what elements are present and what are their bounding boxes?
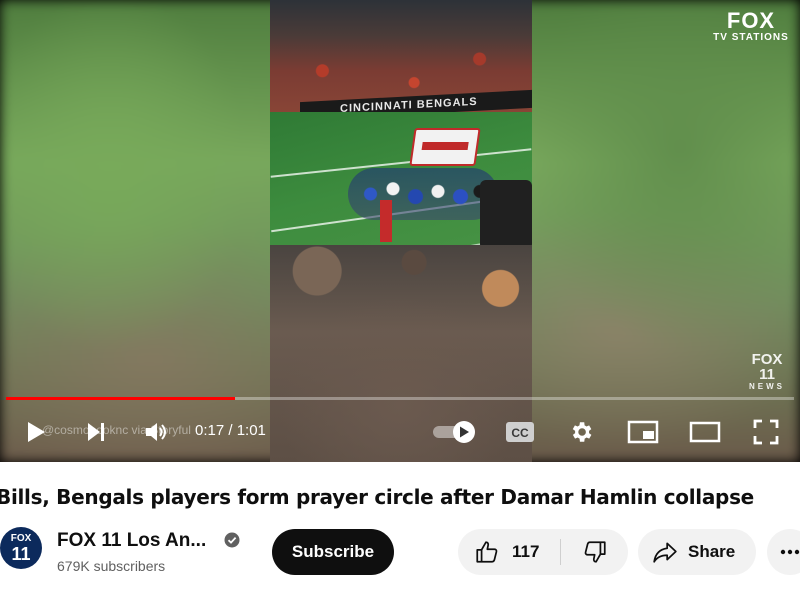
referee-figure <box>380 200 392 242</box>
video-frame[interactable]: CINCINNATI BENGALS <box>270 0 532 462</box>
more-horizontal-icon <box>780 549 800 555</box>
theater-mode-icon <box>689 421 721 443</box>
miniplayer-icon <box>627 420 659 444</box>
captions-button[interactable]: CC <box>504 420 536 444</box>
fullscreen-icon <box>753 419 779 445</box>
dislike-button[interactable] <box>561 529 628 575</box>
video-player[interactable]: CINCINNATI BENGALS FOX TV STATIONS FOX 1… <box>0 0 800 462</box>
fox-logo-text: FOX <box>726 8 776 33</box>
channel-avatar[interactable]: FOX 11 <box>0 527 42 569</box>
next-icon <box>88 423 104 441</box>
tv-stations-text: TV STATIONS <box>713 32 789 43</box>
subscriber-count: 679K subscribers <box>57 558 166 574</box>
play-button[interactable] <box>22 418 50 446</box>
fox11-text: FOX 11 <box>751 351 783 383</box>
fox11-news-bug: FOX 11 NEWS <box>742 352 792 391</box>
player-controls: @cosmobooknc via Storyful 0:17 / 1:01 CC <box>0 410 800 454</box>
thumbs-down-icon <box>584 541 606 563</box>
gear-icon <box>572 422 592 442</box>
avatar-text-11: 11 <box>11 544 31 564</box>
next-button[interactable] <box>82 418 110 446</box>
tv-camera <box>480 180 532 250</box>
svg-text:CC: CC <box>511 426 529 440</box>
volume-button[interactable] <box>142 418 170 446</box>
video-title: Bills, Bengals players form prayer circl… <box>0 485 754 509</box>
captions-icon: CC <box>506 422 534 442</box>
more-actions-button[interactable] <box>767 529 800 575</box>
share-label: Share <box>688 542 736 561</box>
verified-check-icon <box>224 532 240 548</box>
progress-played <box>6 397 235 400</box>
time-display: 0:17 / 1:01 <box>195 422 266 439</box>
volume-icon <box>146 423 166 441</box>
news-text: NEWS <box>749 382 785 391</box>
settings-button[interactable] <box>566 418 596 446</box>
play-icon <box>28 422 45 442</box>
progress-bar[interactable] <box>6 397 794 400</box>
ambulance <box>409 128 481 166</box>
like-count: 117 <box>512 542 540 561</box>
fullscreen-button[interactable] <box>750 418 782 446</box>
share-button[interactable]: Share <box>638 529 756 575</box>
channel-name[interactable]: FOX 11 Los An... <box>57 530 206 552</box>
player-prayer-circle <box>348 168 498 220</box>
subscribe-button[interactable]: Subscribe <box>272 529 394 575</box>
autoplay-toggle-icon <box>433 421 475 443</box>
fox-tv-stations-logo: FOX TV STATIONS <box>706 10 796 44</box>
theater-mode-button[interactable] <box>688 418 722 446</box>
like-button[interactable]: 117 <box>458 529 560 575</box>
share-arrow-icon <box>653 542 677 563</box>
miniplayer-button[interactable] <box>626 418 660 446</box>
autoplay-toggle[interactable] <box>432 420 478 444</box>
like-dislike-group: 117 <box>458 529 628 575</box>
thumbs-up-icon <box>476 541 498 563</box>
